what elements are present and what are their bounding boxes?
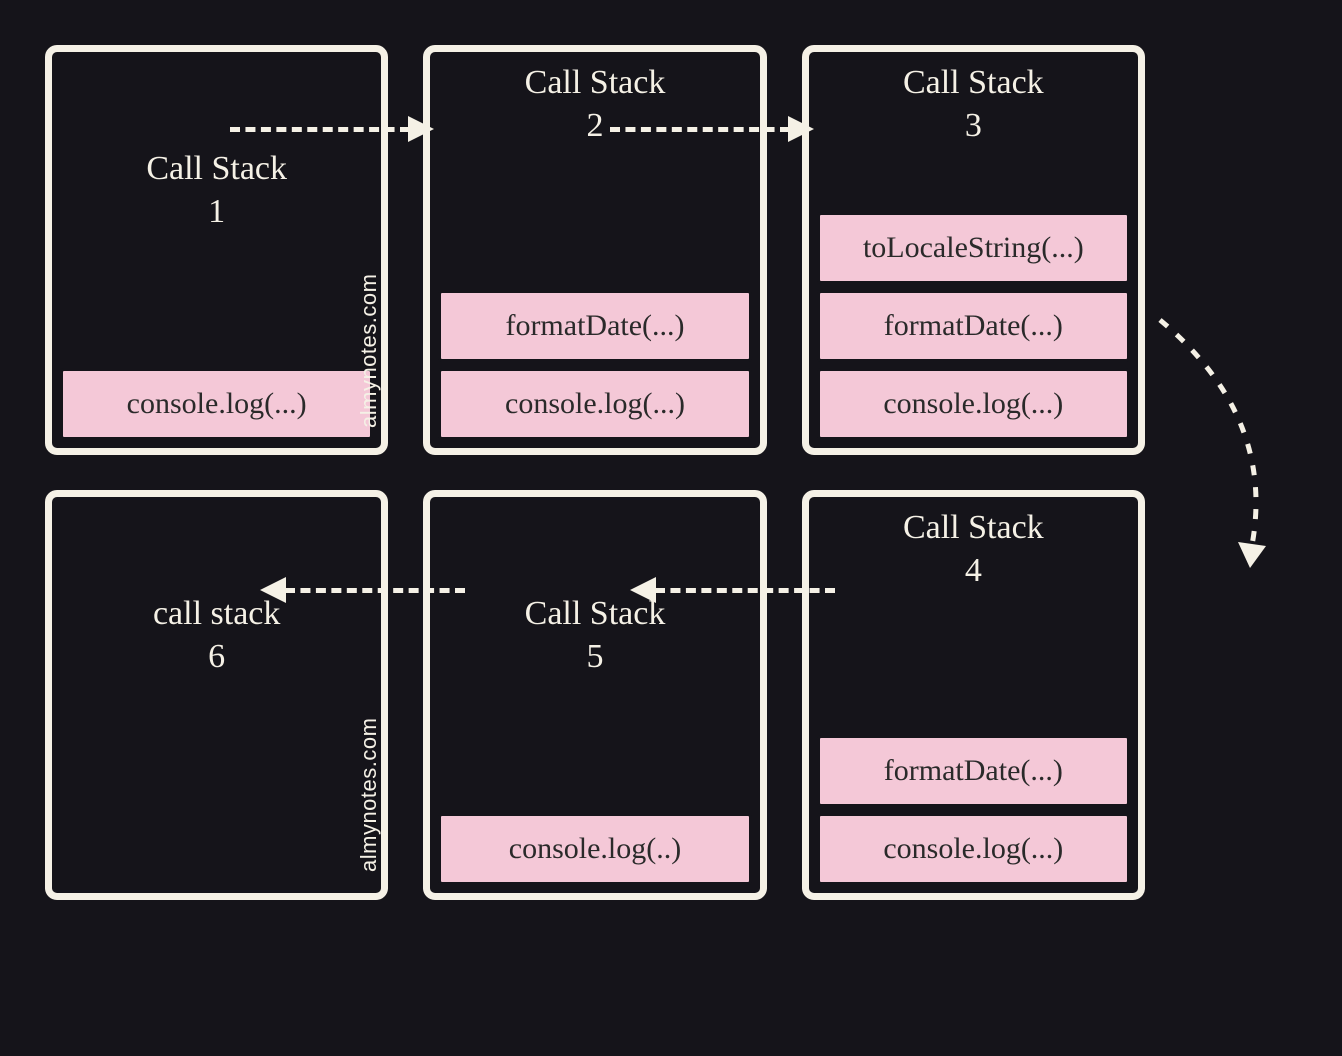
watermark-text: almynotes.com [356,274,382,428]
panel-title: Call Stack 1 [52,148,381,233]
panel-title: Call Stack 2 [430,62,759,147]
stack-frame: console.log(...) [60,368,373,440]
stack-panel-1: Call Stack 1 console.log(...) [45,45,388,455]
panel-title: Call Stack 5 [430,593,759,678]
panel-title: call stack 6 [52,593,381,678]
stack-panel-6: call stack 6 [45,490,388,900]
stack-frame: console.log(...) [438,368,751,440]
stack-frame: console.log(...) [817,368,1130,440]
panel-title: Call Stack 3 [809,62,1138,147]
panel-title: Call Stack 4 [809,507,1138,592]
stack-panel-3: Call Stack 3 toLocaleString(...) formatD… [802,45,1145,455]
stack-panel-5: Call Stack 5 console.log(..) [423,490,766,900]
stack-panel-4: Call Stack 4 formatDate(...) console.log… [802,490,1145,900]
stack-frame: formatDate(...) [817,290,1130,362]
diagram-grid: Call Stack 1 console.log(...) Call Stack… [45,45,1145,900]
stack-panel-2: Call Stack 2 formatDate(...) console.log… [423,45,766,455]
stack-frame: console.log(...) [817,813,1130,885]
stack-frame: formatDate(...) [438,290,751,362]
watermark-text: almynotes.com [356,718,382,872]
stack-frame: formatDate(...) [817,735,1130,807]
stack-frame: console.log(..) [438,813,751,885]
arrow-3-to-4-icon [1150,300,1320,590]
stack-frame: toLocaleString(...) [817,212,1130,284]
